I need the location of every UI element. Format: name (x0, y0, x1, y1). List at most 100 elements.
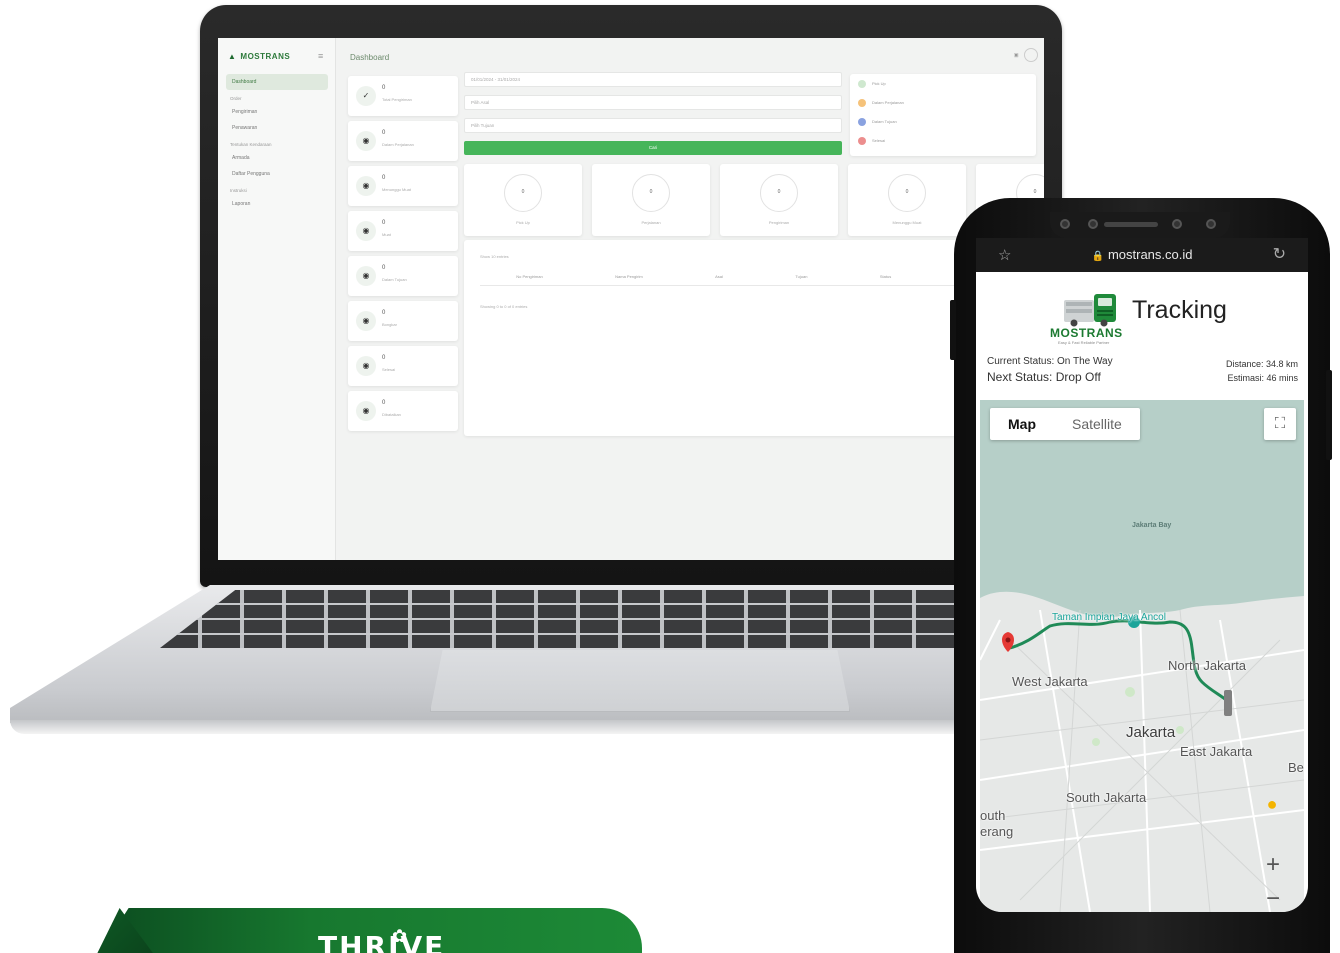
promo-text: THRIVE (318, 930, 446, 953)
reload-icon[interactable]: ↻ (1273, 244, 1286, 264)
stat-label: Menunggu Muat (382, 187, 411, 192)
gauge-label: Perjalanan (641, 220, 661, 225)
distance-value: Distance: 34.8 km (1225, 359, 1298, 369)
stat-card[interactable]: ◉ 0 Dalam Perjalanan (348, 121, 458, 161)
gauge-label: Pick Up (516, 220, 530, 225)
stat-value: 0 (382, 310, 386, 316)
sidebar-item[interactable]: Dashboard (226, 74, 328, 90)
phone-power-button (1326, 370, 1332, 460)
legend-item[interactable]: Pick Up (850, 74, 1036, 93)
filter-panel: 01/01/2024 - 31/01/2024 Pilih Asal Pilih… (464, 72, 842, 162)
stat-value: 0 (382, 400, 386, 406)
stat-card[interactable]: ✓ 0 Total Pengiriman (348, 76, 458, 116)
stat-label: Dalam Perjalanan (382, 142, 414, 147)
phone-volume-button (950, 300, 956, 360)
sidebar-item[interactable]: Penawaran (226, 120, 328, 136)
map-type-satellite-button[interactable]: Satellite (1054, 408, 1140, 440)
gauge-value: 0 (521, 189, 525, 195)
lock-icon: 🔒 (1091, 251, 1104, 262)
table-footer: Showing 0 to 0 of 0 entries (480, 304, 528, 309)
entries-selector[interactable]: Show 10 entries (480, 254, 509, 259)
trip-metrics: Distance: 34.8 km Estimasi: 46 mins (1226, 357, 1298, 385)
map-label-west-jakarta: West Jakarta (1012, 674, 1088, 689)
legend-item[interactable]: Dalam Perjalanan (850, 93, 1036, 112)
stat-label: Muat (382, 232, 391, 237)
table-column-header[interactable]: Status (880, 274, 891, 285)
gauge-value: 0 (1033, 189, 1037, 195)
stat-label: Bongkar (382, 322, 397, 327)
map-label-south-tangerang: outh erang (980, 808, 1014, 839)
map-label-edge: Be (1288, 760, 1304, 775)
zoom-in-button[interactable]: + (1260, 852, 1286, 878)
stat-label: Total Pengiriman (382, 97, 412, 102)
legend-label: Pick Up (872, 81, 886, 86)
front-camera-icon (1088, 219, 1098, 229)
sidebar-section-label: Instruksi (230, 188, 247, 193)
map-canvas[interactable] (980, 400, 1304, 912)
hamburger-menu-icon[interactable]: ≡ (318, 51, 323, 61)
legend-item[interactable]: Selesai (850, 131, 1036, 150)
table-column-header[interactable]: No Pengiriman (516, 274, 542, 285)
table-column-header[interactable]: Asal (715, 274, 723, 285)
stat-value: 0 (382, 220, 386, 226)
tracking-map[interactable]: Map Satellite ⛶ Jakarta Bay Taman Impian… (980, 400, 1304, 912)
stat-card[interactable]: ◉ 0 Muat (348, 211, 458, 251)
url-field[interactable]: 🔒 mostrans.co.id (976, 247, 1308, 262)
sensor-icon (1172, 219, 1182, 229)
gauge-card: 0 Menunggu Muat (848, 164, 966, 236)
page-title: Tracking (1132, 296, 1227, 324)
map-label-east-jakarta: East Jakarta (1180, 744, 1253, 759)
sensor-icon (1060, 219, 1070, 229)
fullscreen-icon[interactable]: ⛶ (1264, 408, 1296, 440)
legend-label: Dalam Perjalanan (872, 100, 904, 105)
tracking-app: MOSTRANS Easy & Fast Reliable Partner Tr… (976, 272, 1308, 912)
status-icon: ◉ (356, 401, 376, 421)
truck-marker-icon[interactable] (1224, 690, 1232, 716)
legend-color-dot (858, 137, 866, 145)
stat-label: Dibatalkan (382, 412, 401, 417)
fullscreen-icon[interactable]: ▣ (1014, 52, 1019, 58)
avatar[interactable] (1024, 48, 1038, 62)
map-label-poi: Taman Impian Jaya Ancol (1052, 612, 1166, 623)
sensor-icon (1206, 219, 1216, 229)
stat-card[interactable]: ◉ 0 Menunggu Muat (348, 166, 458, 206)
dashboard-logo[interactable]: ▲ MOSTRANS (228, 52, 290, 61)
stat-label: Dalam Tujuan (382, 277, 407, 282)
sidebar-item[interactable]: Laporan (226, 196, 328, 212)
pin-center (1005, 637, 1011, 643)
road-network (980, 609, 1304, 912)
status-icon: ◉ (356, 266, 376, 286)
truck-logo-icon (1064, 294, 1116, 327)
sidebar-item[interactable]: Armada (226, 150, 328, 166)
sidebar-item[interactable]: Pengiriman (226, 104, 328, 120)
table-column-header[interactable]: Nama Pengirim (615, 274, 643, 285)
header-user-area[interactable]: ▣ (1014, 48, 1038, 62)
destination-select[interactable]: Pilih Tujuan (464, 118, 842, 133)
status-block: Current Status: On The Way Next Status: … (987, 356, 1113, 384)
leaf-icon: ✿ (392, 926, 408, 946)
gauge-card: 0 Perjalanan (592, 164, 710, 236)
stat-card[interactable]: ◉ 0 Dalam Tujuan (348, 256, 458, 296)
stat-card[interactable]: ◉ 0 Selesai (348, 346, 458, 386)
map-label-north-jakarta: North Jakarta (1168, 658, 1247, 673)
stat-value: 0 (382, 265, 386, 271)
truck-logo-icon: ▲ (228, 52, 237, 61)
brand-tagline: Easy & Fast Reliable Partner (1058, 340, 1110, 345)
gauge-row: 0 Pick Up 0 Perjalanan 0 Pengiriman 0 Menunggu … (464, 164, 1044, 236)
table-column-header[interactable]: Tujuan (795, 274, 807, 285)
sidebar-item[interactable]: Daftar Pengguna (226, 166, 328, 182)
street-view-pegman-icon[interactable]: ● (1262, 794, 1282, 820)
map-type-map-button[interactable]: Map (990, 408, 1054, 440)
earpiece-speaker (1104, 222, 1158, 227)
zoom-out-button[interactable]: − (1260, 886, 1286, 912)
legend-item[interactable]: Dalam Tujuan (850, 112, 1036, 131)
stat-card[interactable]: ◉ 0 Bongkar (348, 301, 458, 341)
stat-card[interactable]: ◉ 0 Dibatalkan (348, 391, 458, 431)
status-icon: ◉ (356, 221, 376, 241)
search-button[interactable]: Cari (464, 141, 842, 155)
origin-select[interactable]: Pilih Asal (464, 95, 842, 110)
stat-label: Selesai (382, 367, 396, 372)
date-range-input[interactable]: 01/01/2024 - 31/01/2024 (464, 72, 842, 87)
sidebar-nav: Dashboard Order Pengiriman Penawaran Tentuka… (226, 74, 328, 212)
status-icon: ✓ (356, 86, 376, 106)
